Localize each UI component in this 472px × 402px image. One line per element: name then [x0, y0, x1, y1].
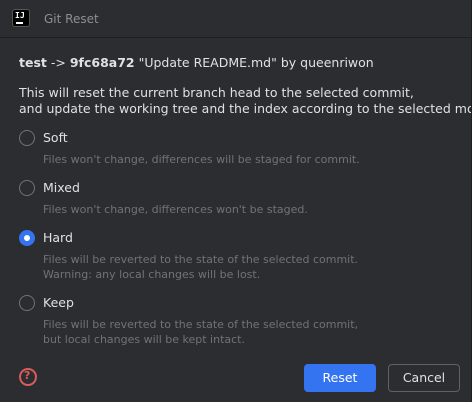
intellij-app-icon: IJ	[12, 9, 30, 27]
title-bar: IJ Git Reset	[0, 0, 472, 38]
app-icon-text: IJ	[15, 11, 26, 20]
keep-help-text-2: but local changes will be kept intact.	[43, 333, 245, 346]
help-icon-glyph: ?	[24, 369, 31, 382]
soft-help-text: Files won't change, differences will be …	[43, 153, 360, 166]
description-line-2: and update the working tree and the inde…	[19, 101, 472, 116]
commit-hash: 9fc68a72	[69, 55, 135, 70]
hard-help-text: Files will be reverted to the state of t…	[43, 253, 359, 266]
description-line-1: This will reset the current branch head …	[19, 85, 414, 100]
branch-name: test	[19, 55, 47, 70]
soft-radio-button[interactable]	[19, 130, 35, 146]
arrow-text: ->	[50, 55, 66, 70]
help-icon[interactable]: ?	[19, 368, 37, 386]
commit-header: test -> 9fc68a72 "Update README.md" by q…	[19, 55, 374, 70]
keep-help-text: Files will be reverted to the state of t…	[43, 318, 359, 331]
keep-radio-button[interactable]	[19, 295, 35, 311]
mixed-label[interactable]: Mixed	[43, 180, 80, 195]
window-title: Git Reset	[44, 12, 99, 26]
keep-label[interactable]: Keep	[43, 295, 74, 310]
commit-author: by queenriwon	[280, 55, 374, 70]
mixed-help-text: Files won't change, differences won't be…	[43, 203, 308, 216]
soft-label[interactable]: Soft	[43, 130, 68, 145]
cancel-button[interactable]: Cancel	[388, 364, 460, 392]
git-reset-dialog: IJ Git Reset test -> 9fc68a72 "Update RE…	[0, 0, 472, 402]
reset-button[interactable]: Reset	[304, 364, 376, 392]
commit-message: "Update README.md"	[138, 55, 277, 70]
hard-radio-button[interactable]	[19, 230, 35, 246]
hard-warning-text: Warning: any local changes will be lost.	[43, 268, 261, 281]
hard-label[interactable]: Hard	[43, 230, 73, 245]
mixed-radio-button[interactable]	[19, 180, 35, 196]
reset-description: This will reset the current branch head …	[19, 85, 472, 117]
